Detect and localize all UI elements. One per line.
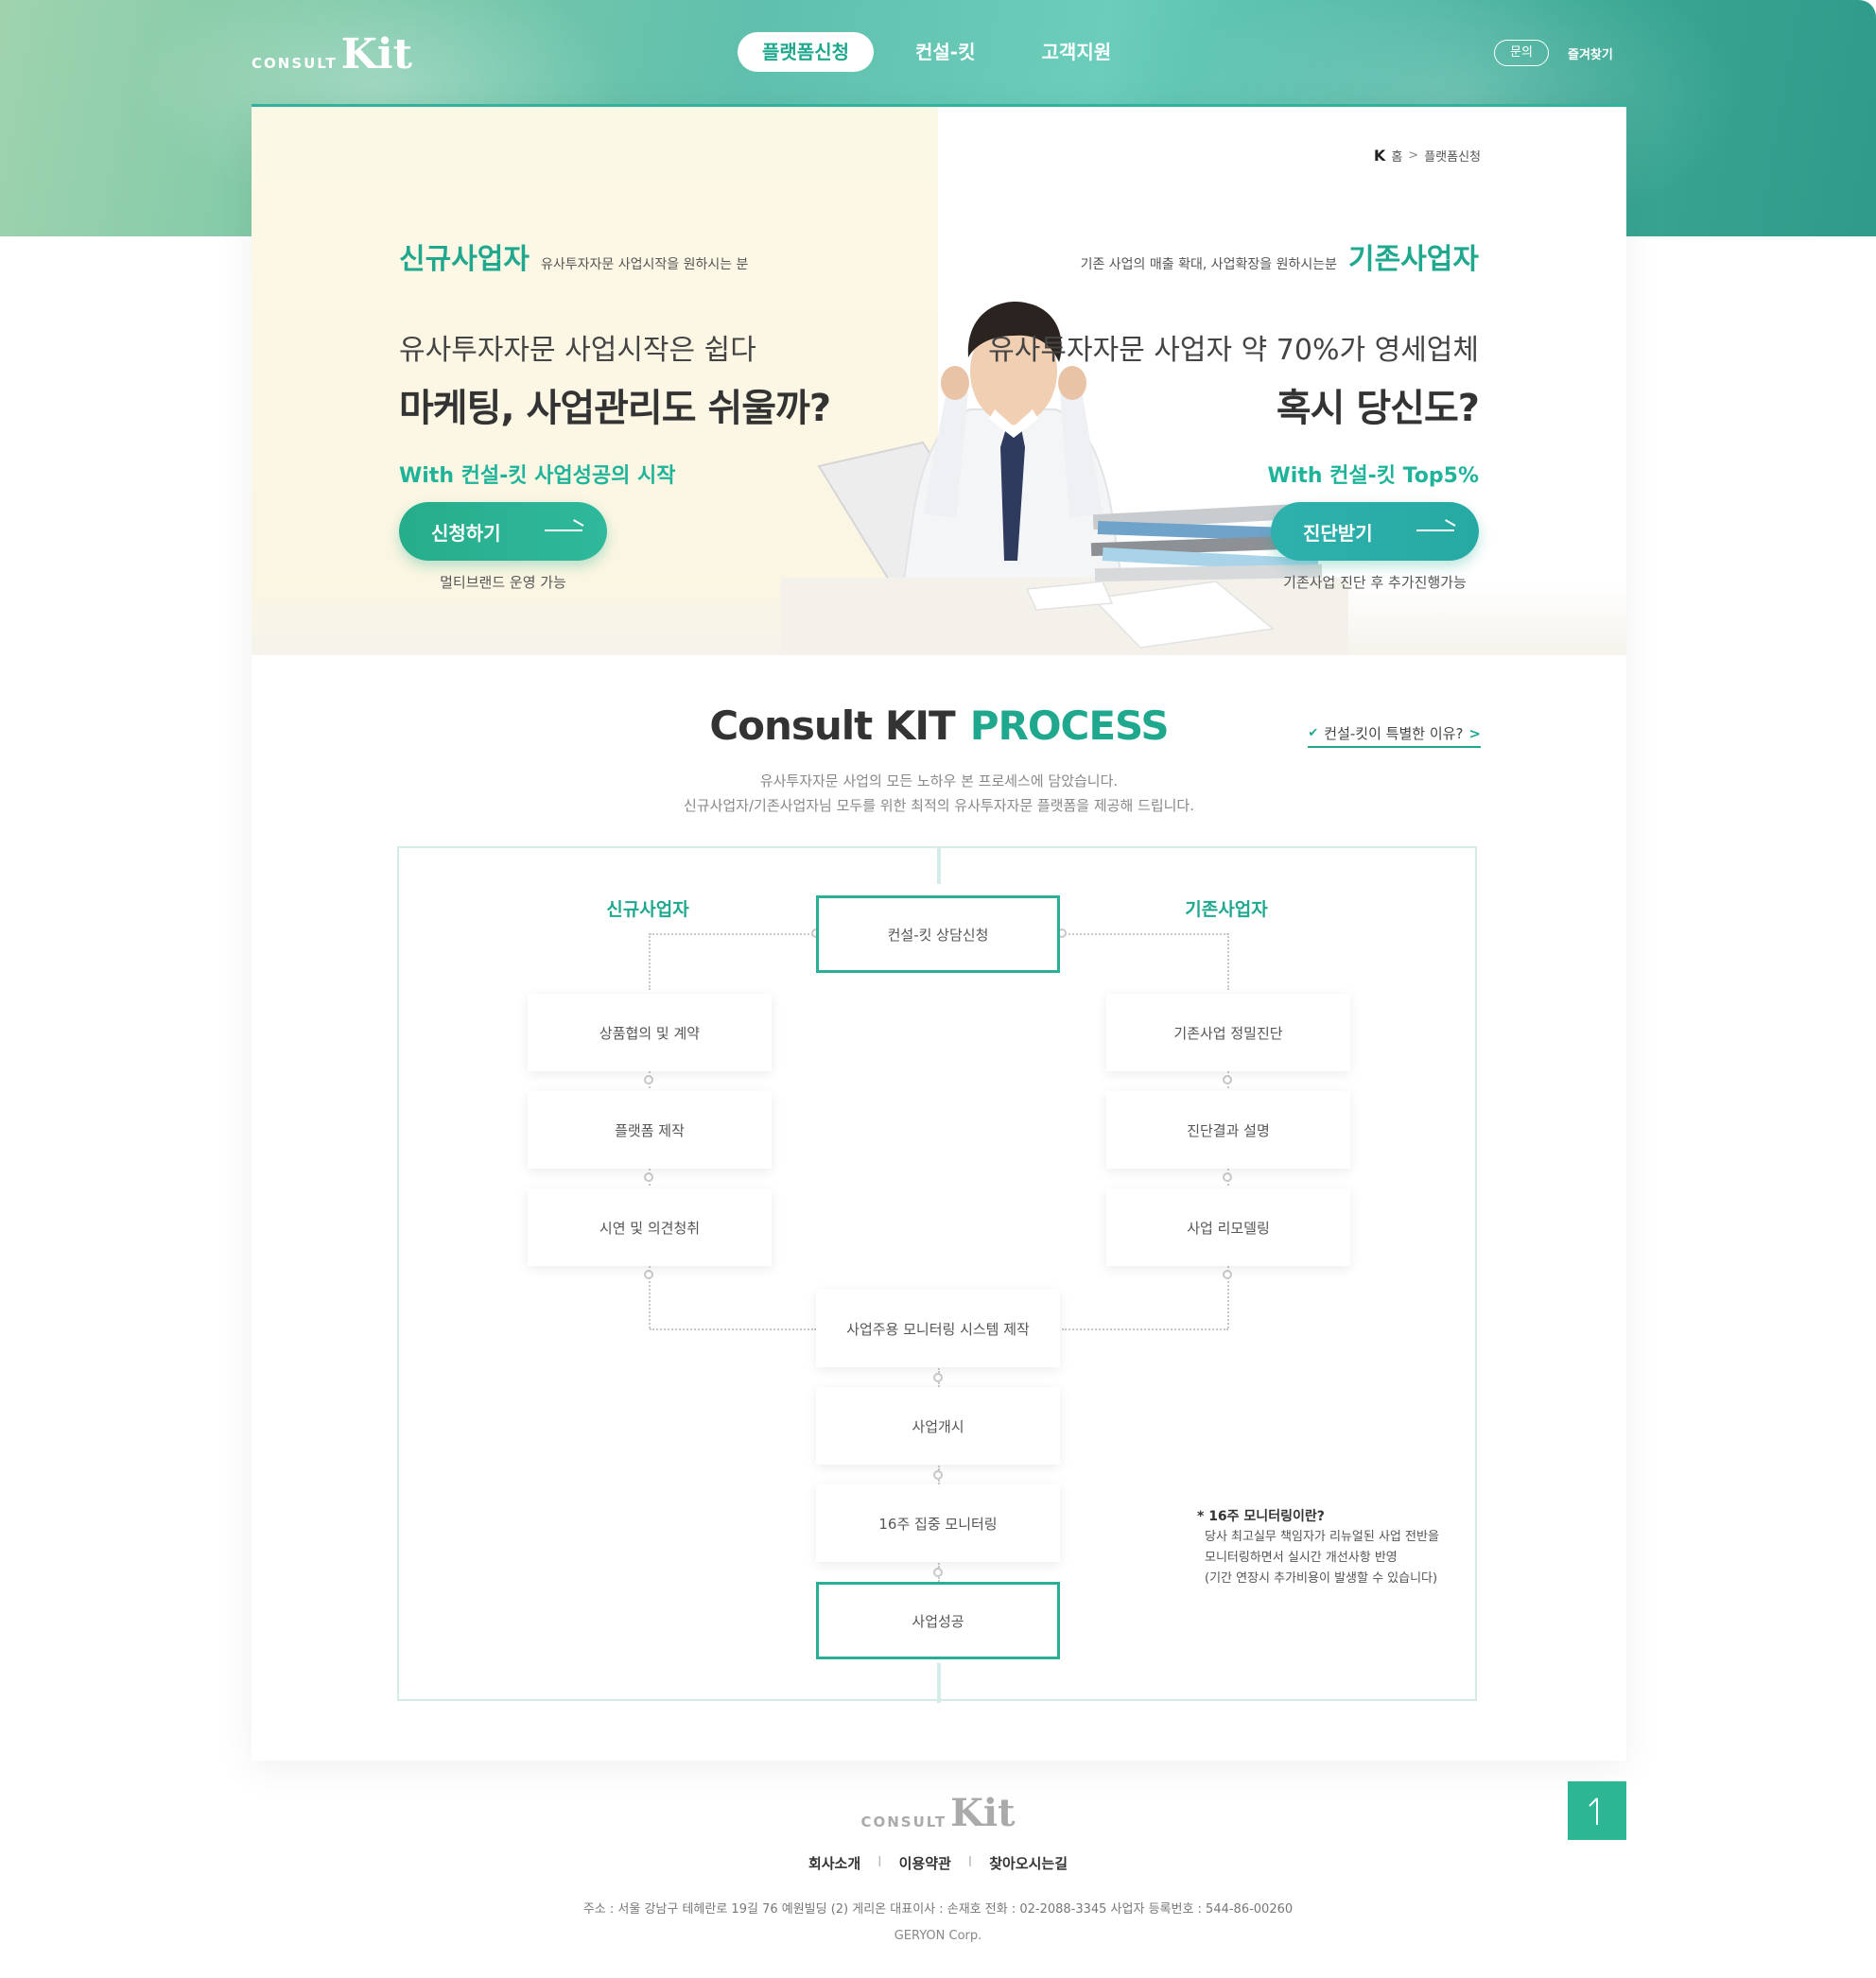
- process-title-main: Consult KIT: [709, 703, 955, 749]
- arrow-right-icon: [545, 529, 582, 531]
- logo-text-consult: CONSULT: [252, 55, 338, 72]
- footer-logo-consult: CONSULT: [860, 1813, 947, 1831]
- existing-business-line1: 유사투자자문 사업자 약 70%가 영세업체: [988, 334, 1479, 367]
- monitoring-note-line: 모니터링하면서 실시간 개선사항 반영: [1205, 1551, 1398, 1565]
- main-nav: 플랫폼신청 컨설-킷 고객지원: [738, 32, 1153, 72]
- connector-dot: [1223, 1270, 1232, 1279]
- step-center-3: 16주 집중 모니터링: [816, 1484, 1060, 1562]
- connector-line: [1227, 933, 1229, 990]
- new-business-column: 신규사업자 유사투자자문 사업시작을 원하시는 분 유사투자자문 사업시작은 쉽…: [399, 235, 891, 489]
- new-business-heading: 신규사업자 유사투자자문 사업시작을 원하시는 분: [399, 235, 891, 277]
- nav-platform-apply[interactable]: 플랫폼신청: [738, 32, 874, 72]
- apply-button-wrap: 신청하기 멀티브랜드 운영 가능: [399, 502, 607, 592]
- footer-logo-kit: Kit: [950, 1791, 1016, 1835]
- connector-dot: [1223, 1172, 1232, 1182]
- existing-business-title: 기존사업자: [1348, 243, 1479, 276]
- new-business-with: With 컨설-킷 사업성공의 시작: [399, 464, 676, 488]
- footer-address: 주소 : 서울 강남구 테헤란로 19길 76 예원빌딩 (2) 게리온 대표이…: [582, 1902, 1294, 1917]
- favorite-link[interactable]: 즐겨찾기: [1568, 44, 1613, 62]
- apply-note: 멀티브랜드 운영 가능: [440, 574, 566, 591]
- diagnose-button-wrap: 진단받기 기존사업 진단 후 추가진행가능: [1271, 502, 1479, 592]
- step-consult-request: 컨설-킷 상담신청: [816, 895, 1060, 973]
- monitoring-note-line: (기간 연장시 추가비용이 발생할 수 있습니다): [1205, 1571, 1438, 1586]
- diagram-top-connector: [937, 846, 941, 884]
- diagnose-button-label: 진단받기: [1303, 521, 1373, 545]
- existing-business-heading: 기존 사업의 매출 확대, 사업확장을 원하시는분 기존사업자: [987, 235, 1479, 277]
- new-business-line2: 마케팅, 사업관리도 쉬울까?: [399, 387, 831, 430]
- step-center-2: 사업개시: [816, 1387, 1060, 1465]
- existing-business-line2: 혹시 당신도?: [1276, 387, 1480, 430]
- diagram-bottom-connector: [937, 1663, 941, 1703]
- step-left-2: 플랫폼 제작: [528, 1091, 772, 1169]
- site-logo[interactable]: CONSULT Kit: [252, 30, 412, 76]
- connector-dot: [644, 1075, 653, 1084]
- utility-menu: 문의 즐겨찾기: [1494, 40, 1613, 66]
- footer-link-terms[interactable]: 이용약관: [899, 1853, 951, 1873]
- main-card: K 홈 > 플랫폼신청 신규사업자 유사투자자문 사업시작을 원하시는 분 유사…: [252, 104, 1626, 1761]
- why-special-link[interactable]: ✔ 컨설-킷이 특별한 이유? >: [1308, 723, 1481, 748]
- breadcrumb-current: 플랫폼신청: [1424, 150, 1481, 165]
- chevron-right-icon: >: [1468, 724, 1481, 742]
- connector-dot: [644, 1270, 653, 1279]
- breadcrumb-home[interactable]: 홈: [1391, 147, 1402, 165]
- connector-dot: [644, 1172, 653, 1182]
- connector-line: [649, 933, 651, 990]
- process-title-accent: PROCESS: [969, 703, 1170, 749]
- new-business-title: 신규사업자: [399, 243, 530, 276]
- footer-link-directions[interactable]: 찾아오시는길: [989, 1853, 1068, 1873]
- footer-links: 회사소개 I 이용약관 I 찾아오시는길: [0, 1853, 1876, 1873]
- right-column-label: 기존사업자: [1185, 899, 1268, 920]
- apply-button[interactable]: 신청하기: [399, 502, 607, 561]
- process-description: 유사투자자문 사업의 모든 노하우 본 프로세스에 담았습니다. 신규사업자/기…: [252, 769, 1626, 818]
- step-right-1: 기존사업 정밀진단: [1106, 994, 1350, 1071]
- existing-business-column: 기존 사업의 매출 확대, 사업확장을 원하시는분 기존사업자 유사투자자문 사…: [987, 235, 1480, 489]
- step-left-1: 상품협의 및 계약: [528, 994, 772, 1071]
- new-business-subtitle: 유사투자자문 사업시작을 원하시는 분: [541, 257, 749, 272]
- connector-line: [1062, 1328, 1228, 1330]
- connector-line: [650, 933, 816, 935]
- existing-business-with: With 컨설-킷 Top5%: [1267, 464, 1479, 488]
- connector-dot: [1223, 1075, 1232, 1084]
- connector-line: [650, 1328, 816, 1330]
- footer-link-separator: I: [967, 1853, 973, 1870]
- process-desc-line2: 신규사업자/기존사업자님 모두를 위한 최적의 유사투자자문 플랫폼을 제공해 …: [683, 797, 1194, 814]
- step-business-success: 사업성공: [816, 1582, 1060, 1659]
- hero-section: K 홈 > 플랫폼신청 신규사업자 유사투자자문 사업시작을 원하시는 분 유사…: [252, 107, 1626, 655]
- breadcrumb: K 홈 > 플랫폼신청: [1374, 147, 1481, 165]
- arrow-right-icon: [1416, 529, 1454, 531]
- step-right-3: 사업 리모델링: [1106, 1189, 1350, 1266]
- existing-business-subtitle: 기존 사업의 매출 확대, 사업확장을 원하시는분: [1080, 257, 1337, 272]
- step-left-3: 시연 및 의견청취: [528, 1189, 772, 1266]
- footer-link-company[interactable]: 회사소개: [808, 1853, 860, 1873]
- diagnose-note: 기존사업 진단 후 추가진행가능: [1283, 574, 1467, 591]
- footer-logo: CONSULT Kit: [0, 1793, 1876, 1834]
- process-desc-line1: 유사투자자문 사업의 모든 노하우 본 프로세스에 담았습니다.: [759, 772, 1119, 789]
- k-home-icon[interactable]: K: [1374, 147, 1385, 165]
- new-business-line1: 유사투자자문 사업시작은 쉽다: [399, 334, 756, 367]
- monitoring-note-line: 당사 최고실무 책임자가 리뉴얼된 사업 전반을: [1205, 1530, 1439, 1544]
- connector-dot: [933, 1373, 943, 1382]
- check-icon: ✔: [1308, 726, 1319, 740]
- connector-dot: [933, 1568, 943, 1577]
- breadcrumb-separator: >: [1408, 148, 1419, 163]
- step-right-2: 진단결과 설명: [1106, 1091, 1350, 1169]
- why-special-label: 컨설-킷이 특별한 이유?: [1324, 725, 1464, 742]
- connector-line: [1062, 933, 1228, 935]
- footer-link-separator: I: [877, 1853, 882, 1870]
- nav-customer-support[interactable]: 고객지원: [1017, 32, 1137, 72]
- footer-copyright: GERYON Corp.: [894, 1929, 982, 1943]
- nav-consult-kit[interactable]: 컨설-킷: [891, 32, 1000, 72]
- inquiry-button[interactable]: 문의: [1494, 40, 1549, 66]
- diagnose-button[interactable]: 진단받기: [1271, 502, 1479, 561]
- logo-text-kit: Kit: [340, 30, 412, 78]
- connector-dot: [933, 1470, 943, 1480]
- apply-button-label: 신청하기: [431, 521, 501, 545]
- step-center-1: 사업주용 모니터링 시스템 제작: [816, 1290, 1060, 1367]
- monitoring-note: * 16주 모니터링이란? 당사 최고실무 책임자가 리뉴얼된 사업 전반을 모…: [1197, 1506, 1439, 1589]
- left-column-label: 신규사업자: [606, 899, 689, 920]
- monitoring-note-title: * 16주 모니터링이란?: [1197, 1509, 1325, 1524]
